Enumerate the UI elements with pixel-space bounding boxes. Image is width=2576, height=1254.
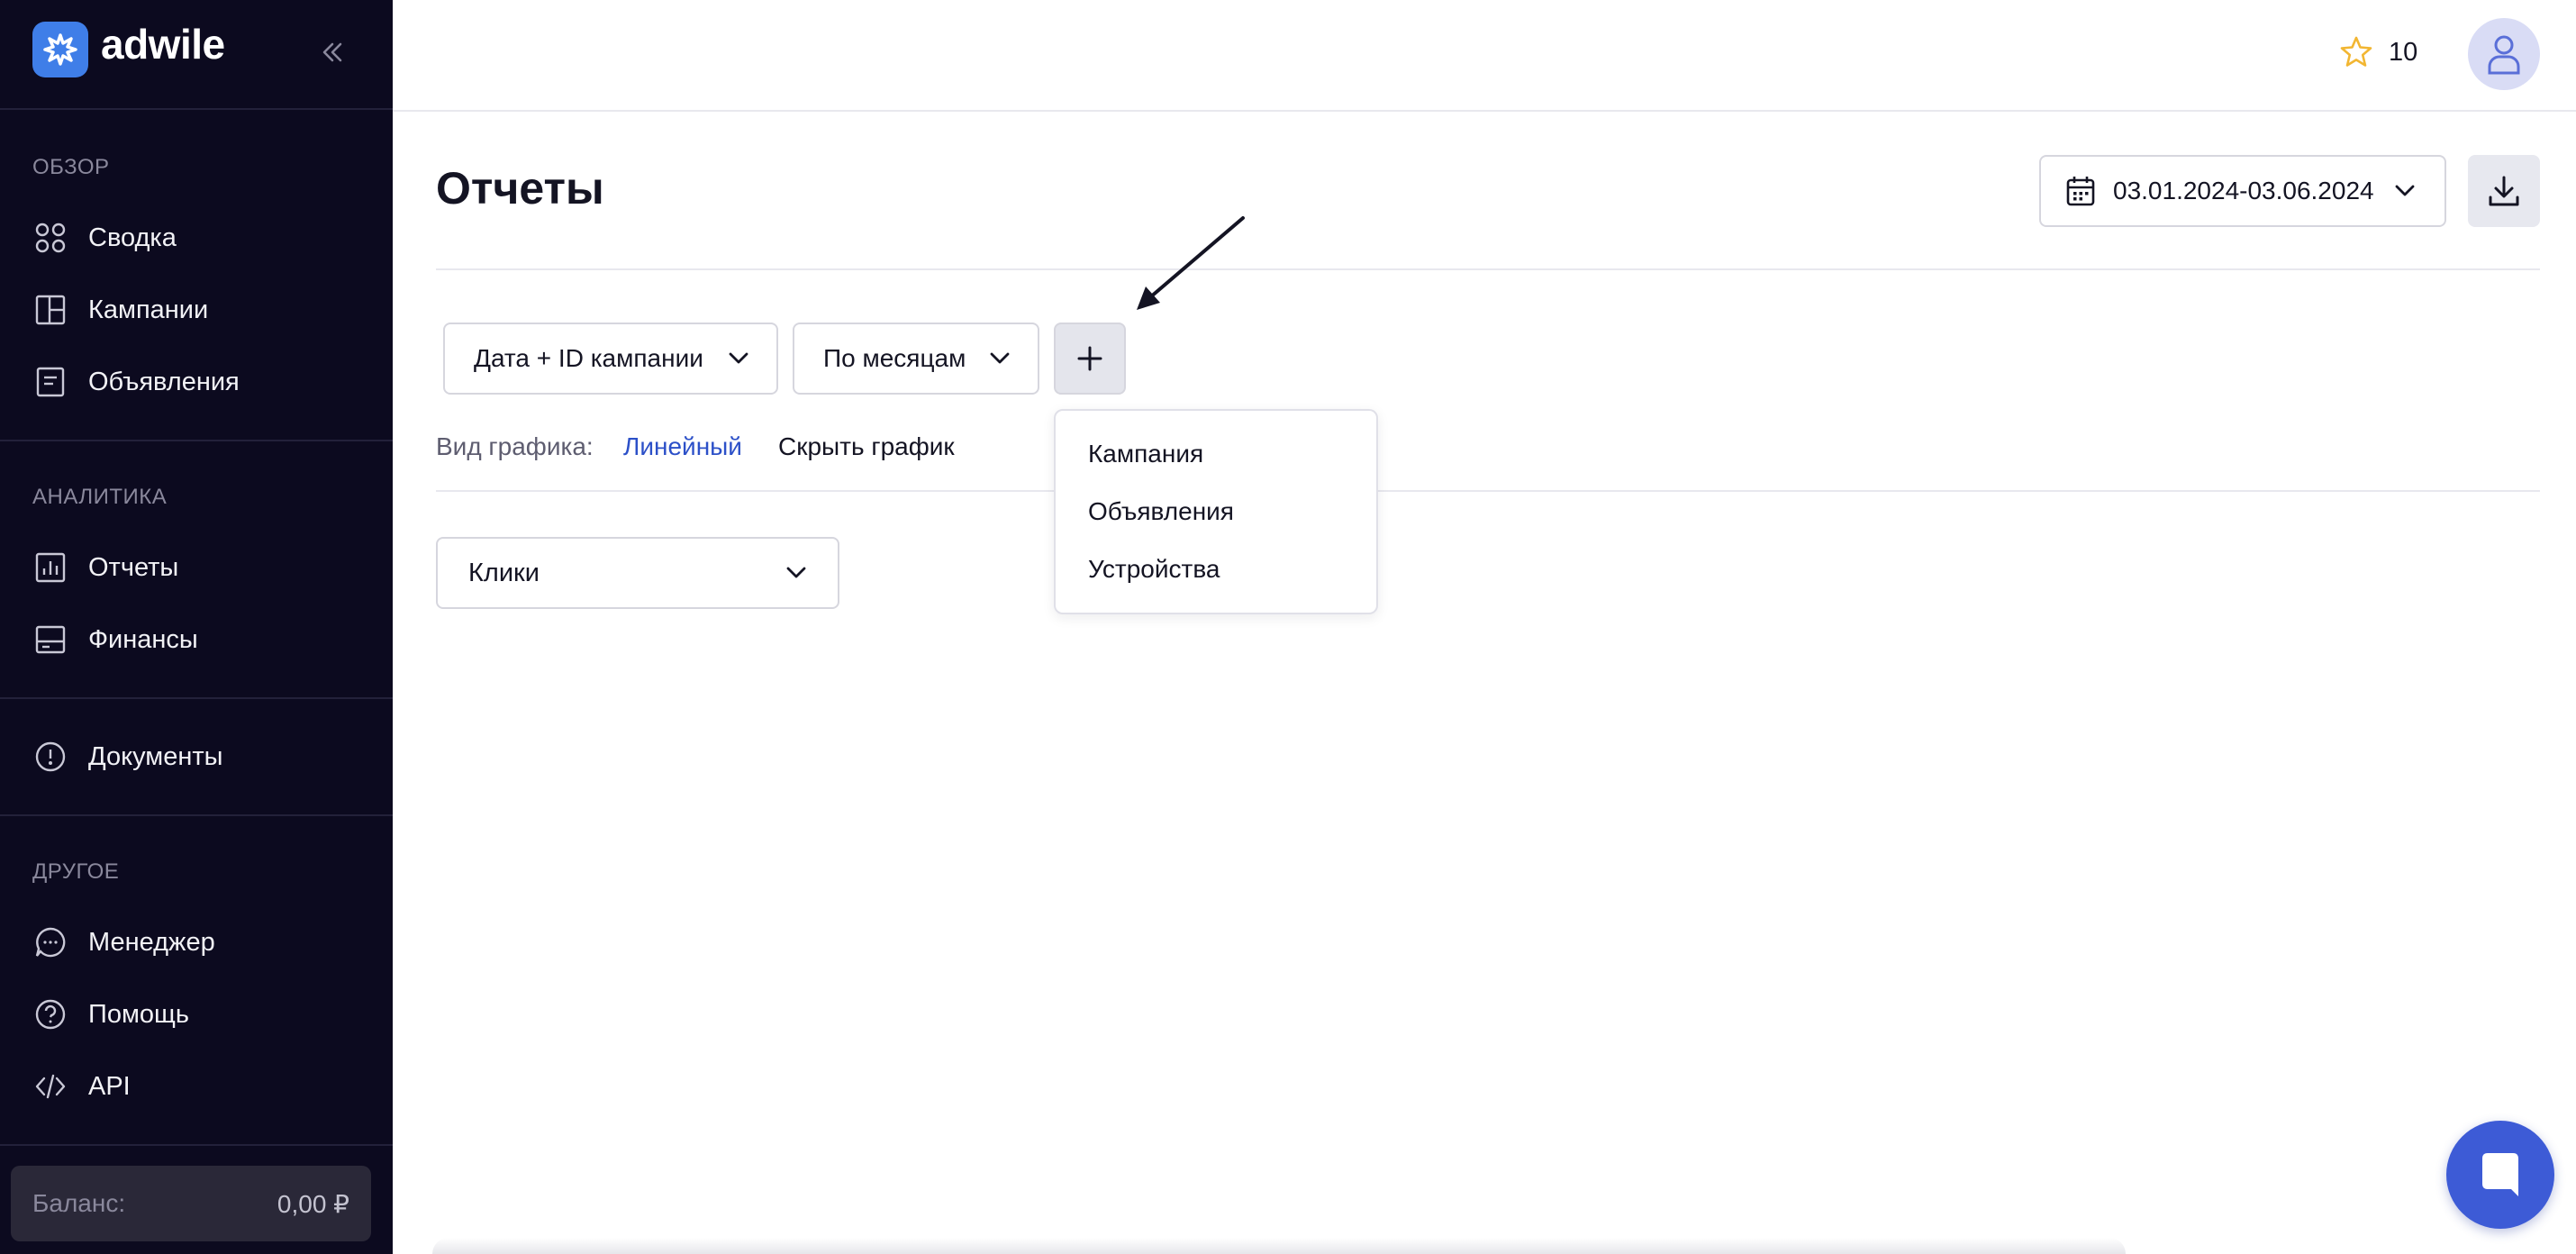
sidebar-item-finance[interactable]: Финансы	[32, 614, 375, 665]
chevron-down-icon	[786, 567, 806, 578]
grouping-select[interactable]: Дата + ID кампании	[443, 323, 778, 395]
section-title-analytics: АНАЛИТИКА	[32, 485, 168, 509]
sidebar-item-label: Документы	[88, 741, 223, 771]
user-icon	[2488, 35, 2520, 75]
grid-icon	[32, 220, 68, 256]
sidebar-item-documents[interactable]: Документы	[32, 732, 375, 782]
sidebar-item-summary[interactable]: Сводка	[32, 213, 375, 263]
bar-chart-icon	[32, 550, 68, 586]
plus-icon	[1077, 346, 1102, 371]
sidebar-item-label: Помощь	[88, 999, 190, 1029]
add-grouping-dropdown: Кампания Объявления Устройства	[1054, 409, 1378, 614]
dropdown-item-ads[interactable]: Объявления	[1088, 497, 1234, 526]
sidebar-divider	[0, 1144, 393, 1146]
brand-name: adwile	[101, 21, 225, 68]
sidebar-item-label: Отчеты	[88, 552, 179, 582]
page-title: Отчеты	[436, 163, 604, 214]
metric-select-value: Клики	[468, 558, 540, 587]
balance-label: Баланс:	[32, 1189, 126, 1217]
chart-type-label: Вид графика:	[436, 432, 594, 460]
chevron-down-icon	[990, 352, 1010, 364]
period-select-value: По месяцам	[823, 344, 966, 372]
sidebar-item-campaigns[interactable]: Кампании	[32, 285, 375, 335]
hide-chart-link[interactable]: Скрыть график	[778, 432, 955, 461]
period-select[interactable]: По месяцам	[793, 323, 1039, 395]
sidebar: adwile ОБЗОР Сводка Кампании Объявления	[0, 0, 393, 1254]
chart-type-link[interactable]: Линейный	[623, 432, 742, 461]
sidebar-divider	[0, 440, 393, 441]
sidebar-item-help[interactable]: Помощь	[32, 989, 375, 1040]
support-chat-button[interactable]	[2446, 1121, 2554, 1229]
sidebar-item-ads[interactable]: Объявления	[32, 357, 375, 407]
section-title-other: ДРУГОЕ	[32, 859, 120, 884]
add-grouping-button[interactable]	[1054, 323, 1126, 395]
sidebar-item-label: Кампании	[88, 295, 209, 324]
sidebar-divider	[0, 814, 393, 816]
document-icon	[32, 364, 68, 400]
balance-value: 0,00 ₽	[277, 1190, 349, 1218]
sidebar-item-label: API	[88, 1071, 131, 1101]
sidebar-item-manager[interactable]: Менеджер	[32, 917, 375, 968]
sidebar-item-label: Сводка	[88, 223, 177, 252]
sidebar-item-api[interactable]: API	[32, 1061, 375, 1112]
collapse-sidebar-button[interactable]	[312, 32, 351, 72]
alert-circle-icon	[32, 739, 68, 775]
sidebar-item-label: Финансы	[88, 624, 198, 654]
sidebar-item-reports[interactable]: Отчеты	[32, 542, 375, 593]
adwile-logo-icon	[32, 22, 88, 77]
metric-select[interactable]: Клики	[436, 537, 839, 609]
avatar[interactable]	[2468, 18, 2540, 90]
card-icon	[32, 622, 68, 658]
double-chevron-left-icon	[322, 42, 342, 62]
grouping-select-value: Дата + ID кампании	[474, 344, 703, 372]
header-divider	[436, 268, 2540, 270]
balance-box[interactable]: Баланс: 0,00 ₽	[11, 1166, 371, 1241]
dropdown-item-devices[interactable]: Устройства	[1088, 555, 1220, 584]
controls-divider	[436, 490, 2540, 492]
sidebar-divider	[0, 697, 393, 699]
chat-bubble-icon	[2482, 1153, 2518, 1196]
section-title-overview: ОБЗОР	[32, 155, 110, 179]
sidebar-item-label: Объявления	[88, 367, 240, 396]
download-icon	[2489, 176, 2519, 206]
chevron-down-icon	[729, 352, 748, 364]
help-circle-icon	[32, 996, 68, 1032]
date-range-value: 03.01.2024-03.06.2024	[2113, 177, 2374, 204]
star-icon[interactable]	[2338, 34, 2374, 70]
calendar-icon	[2066, 177, 2095, 206]
top-bar	[393, 0, 2576, 112]
layout-icon	[32, 292, 68, 328]
logo-row: adwile	[0, 0, 393, 110]
code-icon	[32, 1068, 68, 1104]
download-button[interactable]	[2468, 155, 2540, 227]
bottom-panel-edge	[432, 1238, 2126, 1254]
annotation-arrow-icon	[1137, 216, 1245, 310]
dropdown-item-campaign[interactable]: Кампания	[1088, 440, 1203, 468]
chat-icon	[32, 924, 68, 960]
date-range-picker[interactable]: 03.01.2024-03.06.2024	[2039, 155, 2446, 227]
star-count: 10	[2389, 38, 2418, 67]
sidebar-item-label: Менеджер	[88, 927, 215, 957]
chevron-down-icon	[2395, 185, 2415, 196]
